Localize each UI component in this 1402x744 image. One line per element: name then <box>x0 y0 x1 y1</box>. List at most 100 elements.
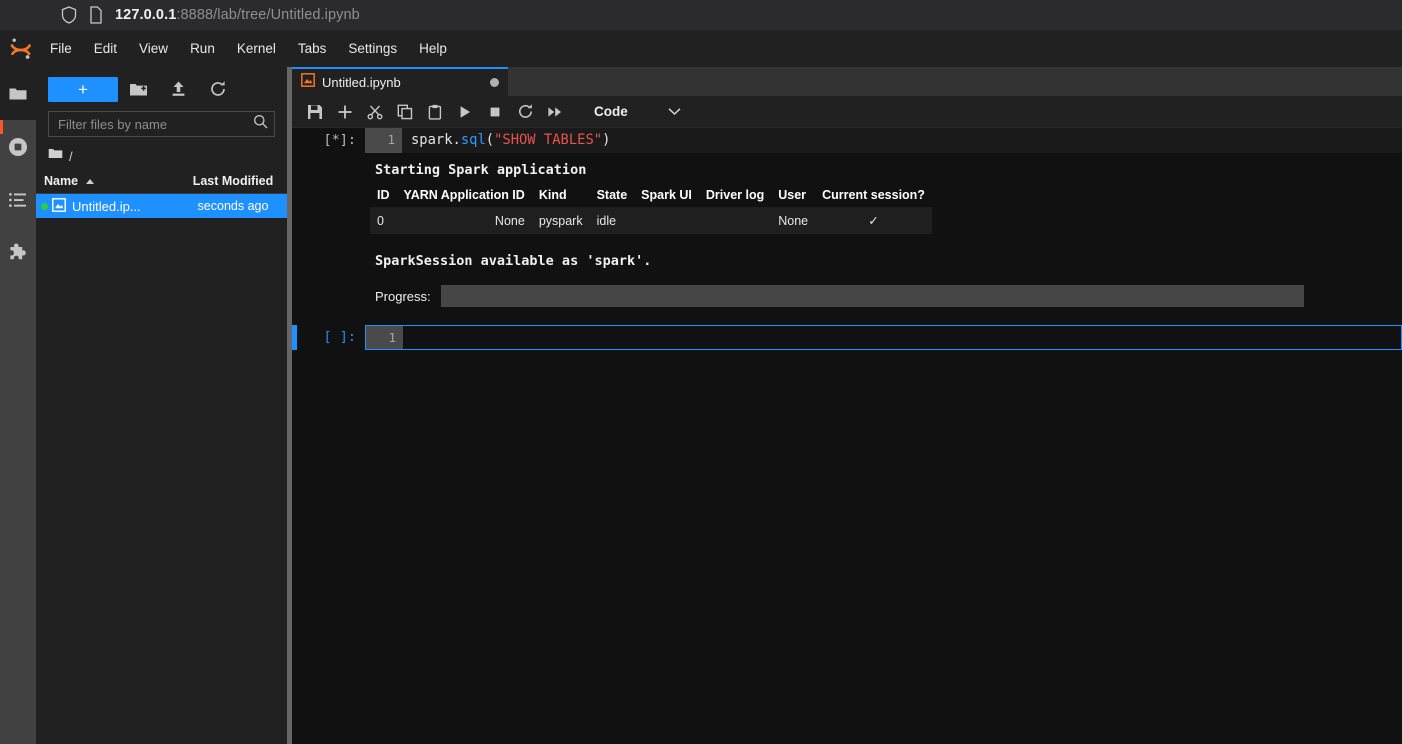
cell-line-number: 1 <box>365 128 402 153</box>
list-icon <box>8 190 28 210</box>
refresh-file-list-button[interactable] <box>198 75 238 103</box>
browser-url-bar: 127.0.0.1:8888/lab/tree/Untitled.ipynb <box>0 0 1402 30</box>
notebook-cell[interactable]: [*]: 1 spark.sql("SHOW TABLES") <box>292 128 1402 153</box>
cell-input-area[interactable]: 1 <box>365 325 1402 350</box>
fast-forward-icon <box>547 104 563 120</box>
notebook-icon <box>52 198 66 215</box>
play-icon <box>457 104 473 120</box>
td-current-session: ✓ <box>815 207 932 234</box>
cell-line-number: 1 <box>366 326 403 349</box>
menu-settings[interactable]: Settings <box>338 37 407 60</box>
cell-source-code[interactable] <box>403 326 1401 349</box>
filter-files-field[interactable] <box>48 111 275 137</box>
sidebar-item-running-kernels[interactable] <box>0 120 36 173</box>
code-token-object: spark. <box>411 132 461 148</box>
copy-cells-button[interactable] <box>390 98 420 126</box>
folder-icon <box>48 147 63 165</box>
menu-bar: File Edit View Run Kernel Tabs Settings … <box>0 30 1402 67</box>
interrupt-kernel-button[interactable] <box>480 98 510 126</box>
td-id: 0 <box>370 207 397 234</box>
th-driver-log: Driver log <box>699 184 771 207</box>
restart-kernel-button[interactable] <box>510 98 540 126</box>
page-icon <box>89 6 103 24</box>
menu-tabs[interactable]: Tabs <box>288 37 337 60</box>
th-id: ID <box>370 184 397 207</box>
cut-cells-button[interactable] <box>360 98 390 126</box>
column-header-last-modified[interactable]: Last Modified <box>183 174 287 188</box>
code-token-string: "SHOW TABLES" <box>494 132 602 148</box>
restart-icon <box>517 103 534 120</box>
stop-square-icon <box>487 104 503 120</box>
run-cell-button[interactable] <box>450 98 480 126</box>
th-user: User <box>771 184 815 207</box>
breadcrumb[interactable]: / <box>36 143 287 169</box>
breadcrumb-root[interactable]: / <box>69 149 73 164</box>
tab-untitled-notebook[interactable]: Untitled.ipynb <box>292 67 508 96</box>
tab-title: Untitled.ipynb <box>322 75 483 90</box>
sidebar-item-file-browser[interactable] <box>0 67 36 120</box>
notebook-area: Untitled.ipynb <box>292 67 1402 744</box>
close-icon[interactable] <box>490 78 499 87</box>
running-indicator-dot <box>41 203 48 210</box>
url-host: 127.0.0.1 <box>115 7 176 23</box>
cell-type-value: Code <box>594 104 628 119</box>
notebook-toolbar: Code <box>292 96 1402 128</box>
code-token-paren-open: ( <box>486 132 494 148</box>
sidebar-item-extension-manager[interactable] <box>0 226 36 279</box>
shield-icon <box>61 6 77 24</box>
scissors-icon <box>367 104 383 120</box>
progress-bar <box>441 285 1304 307</box>
puzzle-icon <box>8 242 29 263</box>
copy-icon <box>397 104 413 120</box>
new-launcher-button[interactable]: + <box>48 77 118 102</box>
th-yarn-app-id: YARN Application ID <box>397 184 532 207</box>
td-spark-ui <box>634 207 699 234</box>
new-folder-button[interactable] <box>118 75 158 103</box>
column-header-name[interactable]: Name <box>44 174 183 188</box>
folder-icon <box>8 84 28 104</box>
search-icon <box>253 114 268 134</box>
paste-cells-button[interactable] <box>420 98 450 126</box>
cell-execution-prompt: [*]: <box>297 128 365 148</box>
table-row: 0 None pyspark idle None ✓ <box>370 207 932 234</box>
file-list-header: Name Last Modified <box>36 169 287 194</box>
cell-execution-prompt: [ ]: <box>297 325 365 345</box>
insert-cell-button[interactable] <box>330 98 360 126</box>
jupyter-logo-icon <box>3 30 39 67</box>
progress-label: Progress: <box>375 289 431 304</box>
cell-type-dropdown[interactable]: Code <box>588 100 687 124</box>
cell-source-code[interactable]: spark.sql("SHOW TABLES") <box>402 128 1402 153</box>
url-text: 127.0.0.1:8888/lab/tree/Untitled.ipynb <box>115 7 360 23</box>
menu-edit[interactable]: Edit <box>84 37 127 60</box>
td-kind: pyspark <box>532 207 590 234</box>
menu-help[interactable]: Help <box>409 37 457 60</box>
search-input[interactable] <box>58 117 253 132</box>
upload-files-button[interactable] <box>158 75 198 103</box>
notebook-icon <box>301 73 315 92</box>
output-session-line: SparkSession available as 'spark'. <box>365 252 1402 271</box>
save-button[interactable] <box>300 98 330 126</box>
plus-icon <box>337 104 353 120</box>
notebook-cell[interactable]: [ ]: 1 <box>292 325 1402 350</box>
refresh-icon <box>209 80 227 98</box>
menu-run[interactable]: Run <box>180 37 225 60</box>
activity-bar <box>0 67 36 744</box>
td-driver-log <box>699 207 771 234</box>
cell-input-area[interactable]: 1 spark.sql("SHOW TABLES") <box>365 128 1402 153</box>
code-token-method: sql <box>461 132 486 148</box>
td-user: None <box>771 207 815 234</box>
td-state: idle <box>590 207 635 234</box>
upload-icon <box>170 80 187 98</box>
menu-file[interactable]: File <box>40 37 82 60</box>
url-address-field[interactable]: 127.0.0.1:8888/lab/tree/Untitled.ipynb <box>51 0 1402 30</box>
list-item[interactable]: Untitled.ip... seconds ago <box>36 194 287 218</box>
progress-row: Progress: <box>365 285 1402 307</box>
sidebar-item-table-of-contents[interactable] <box>0 173 36 226</box>
menu-view[interactable]: View <box>129 37 178 60</box>
td-yarn-app-id: None <box>397 207 532 234</box>
restart-and-run-all-button[interactable] <box>540 98 570 126</box>
spark-session-table: ID YARN Application ID Kind State Spark … <box>370 184 932 234</box>
menu-kernel[interactable]: Kernel <box>227 37 286 60</box>
file-last-modified-cell: seconds ago <box>183 199 287 213</box>
th-spark-ui: Spark UI <box>634 184 699 207</box>
